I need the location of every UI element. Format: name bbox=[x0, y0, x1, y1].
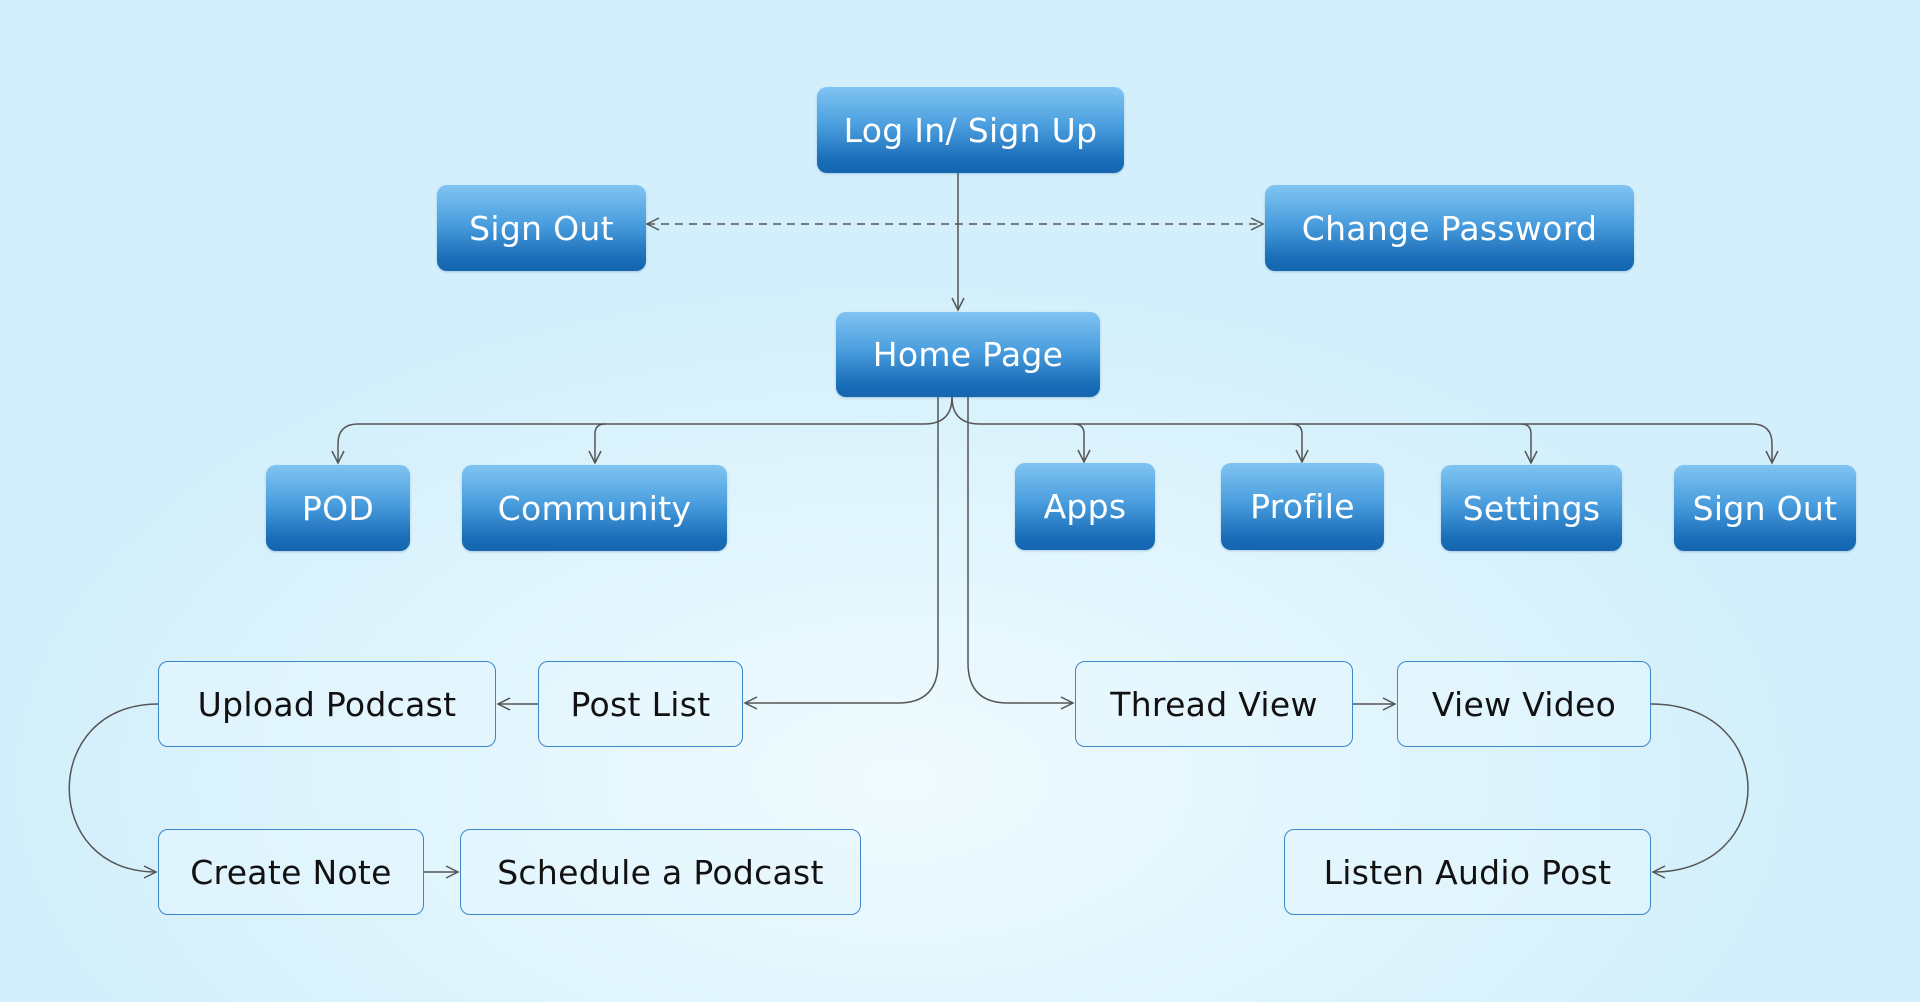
edge-home-apps bbox=[1073, 423, 1091, 464]
edge-home-community bbox=[588, 423, 606, 465]
edge-upload-createnote bbox=[68, 703, 159, 879]
node-sign-out-top[interactable]: Sign Out bbox=[437, 185, 646, 271]
edge-home-pod bbox=[331, 423, 924, 465]
node-upload-podcast[interactable]: Upload Podcast bbox=[158, 661, 496, 747]
node-home-page[interactable]: Home Page bbox=[836, 312, 1100, 397]
edge-home-profile bbox=[1291, 423, 1309, 464]
node-view-video[interactable]: View Video bbox=[1397, 661, 1651, 747]
node-change-password[interactable]: Change Password bbox=[1265, 185, 1634, 271]
node-profile[interactable]: Profile bbox=[1221, 463, 1384, 550]
edge-home-settings bbox=[1520, 423, 1538, 465]
node-login-signup[interactable]: Log In/ Sign Up bbox=[817, 87, 1124, 173]
edge-video-audio bbox=[1650, 703, 1749, 879]
node-listen-audio-post[interactable]: Listen Audio Post bbox=[1284, 829, 1651, 915]
edge-home-split-right bbox=[951, 396, 981, 425]
node-schedule-podcast[interactable]: Schedule a Podcast bbox=[460, 829, 861, 915]
node-community[interactable]: Community bbox=[462, 465, 727, 551]
edge-home-signout bbox=[980, 423, 1779, 465]
node-apps[interactable]: Apps bbox=[1015, 463, 1155, 550]
node-pod[interactable]: POD bbox=[266, 465, 410, 551]
node-sign-out-menu[interactable]: Sign Out bbox=[1674, 465, 1856, 551]
node-create-note[interactable]: Create Note bbox=[158, 829, 424, 915]
edge-home-postlist bbox=[743, 397, 939, 710]
edge-home-threadview bbox=[967, 397, 1075, 710]
node-thread-view[interactable]: Thread View bbox=[1075, 661, 1353, 747]
node-settings[interactable]: Settings bbox=[1441, 465, 1622, 551]
node-post-list[interactable]: Post List bbox=[538, 661, 743, 747]
